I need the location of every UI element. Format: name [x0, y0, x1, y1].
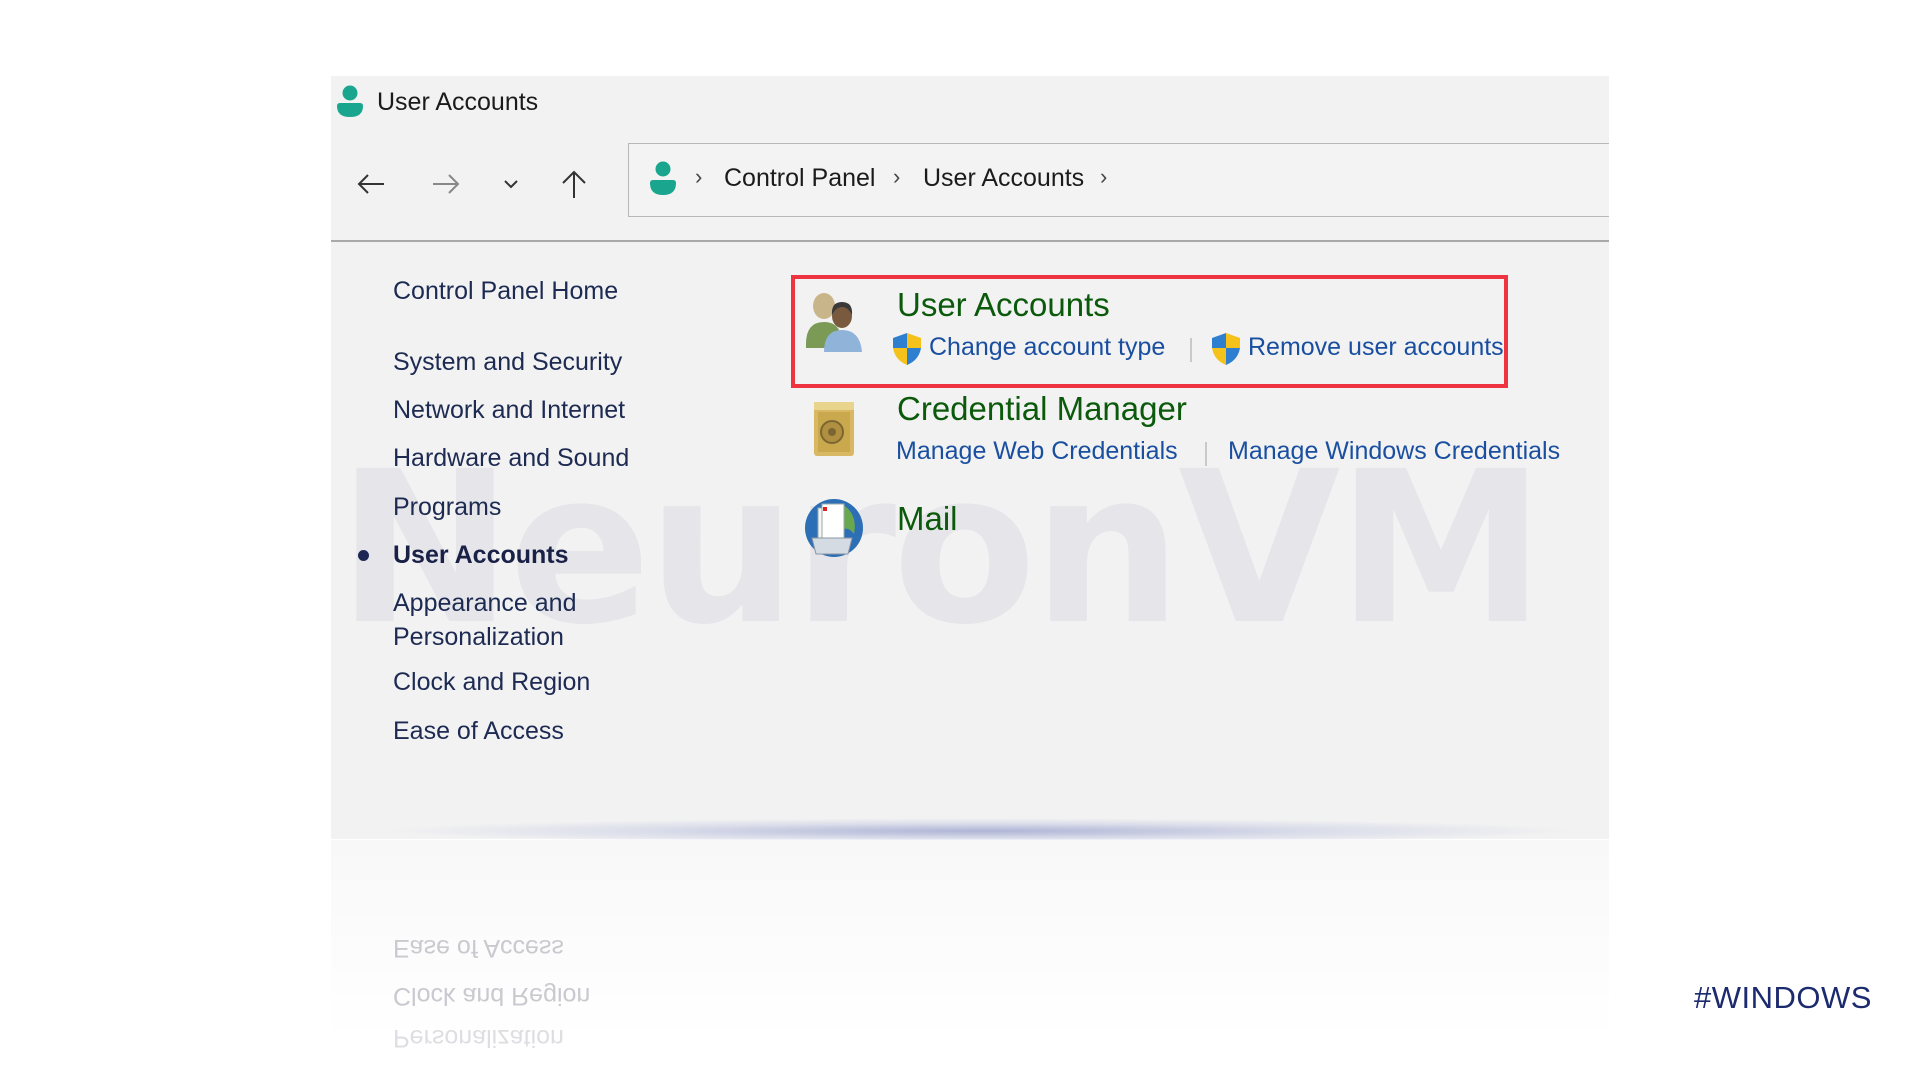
category-title-credential-manager[interactable]: Credential Manager [897, 390, 1187, 428]
sidebar-item-control-panel-home[interactable]: Control Panel Home [393, 274, 618, 308]
user-icon [650, 161, 676, 195]
sidebar-item-network-and-internet[interactable]: Network and Internet [393, 393, 625, 427]
reflection-text: Ease of Access [393, 934, 564, 962]
title-bar: User Accounts [331, 76, 1609, 126]
forward-button[interactable] [416, 162, 476, 206]
category-title-user-accounts[interactable]: User Accounts [897, 286, 1110, 324]
active-item-bullet [358, 550, 369, 561]
window-reflection: Ease of Access Clock and Region Personal… [331, 840, 1609, 1052]
breadcrumb-separator[interactable]: › [893, 164, 900, 190]
sidebar-item-clock-and-region[interactable]: Clock and Region [393, 665, 590, 699]
chevron-down-icon [504, 180, 518, 189]
breadcrumb-separator: › [695, 164, 703, 189]
arrow-up-icon [562, 170, 586, 198]
link-separator [1205, 442, 1207, 466]
change-account-type-link[interactable]: Change account type [929, 333, 1165, 362]
address-bar[interactable]: › Control Panel › User Accounts › [628, 143, 1609, 217]
hashtag-label: #WINDOWS [1694, 980, 1872, 1015]
sidebar-item-user-accounts[interactable]: User Accounts [393, 538, 569, 572]
link-separator [1190, 338, 1192, 362]
manage-web-credentials-link[interactable]: Manage Web Credentials [896, 437, 1178, 466]
sidebar-item-programs[interactable]: Programs [393, 490, 501, 524]
sidebar-item-system-and-security[interactable]: System and Security [393, 345, 622, 379]
vault-icon[interactable] [802, 396, 866, 460]
user-icon [337, 85, 363, 117]
recent-locations-button[interactable] [491, 162, 531, 206]
control-panel-window: NeuronVM User Accounts › Control Panel ›… [331, 76, 1609, 839]
breadcrumb-user-accounts[interactable]: User Accounts [923, 164, 1084, 193]
header-divider [331, 240, 1609, 242]
sidebar-item-label: Appearance and [393, 589, 577, 617]
arrow-right-icon [433, 174, 460, 194]
sidebar-item-appearance-and-personalization[interactable]: Appearance and Personalization [393, 586, 576, 654]
reflection-text: Personalization [393, 1024, 564, 1052]
remove-user-accounts-link[interactable]: Remove user accounts [1248, 333, 1504, 362]
arrow-left-icon [357, 174, 384, 194]
sidebar-item-label: Personalization [393, 623, 564, 651]
uac-shield-icon [1212, 333, 1240, 365]
uac-shield-icon [893, 333, 921, 365]
reflection-text: Clock and Region [393, 982, 591, 1010]
window-title: User Accounts [377, 88, 539, 116]
breadcrumb-separator[interactable]: › [1100, 164, 1107, 190]
back-button[interactable] [331, 162, 416, 206]
users-icon[interactable] [802, 288, 866, 352]
manage-windows-credentials-link[interactable]: Manage Windows Credentials [1228, 437, 1560, 466]
category-title-mail[interactable]: Mail [897, 500, 958, 538]
up-button[interactable] [549, 162, 599, 206]
breadcrumb-control-panel[interactable]: Control Panel [724, 164, 875, 193]
mail-globe-icon[interactable] [802, 496, 866, 560]
sidebar-item-ease-of-access[interactable]: Ease of Access [393, 714, 564, 748]
sidebar-item-hardware-and-sound[interactable]: Hardware and Sound [393, 441, 629, 475]
